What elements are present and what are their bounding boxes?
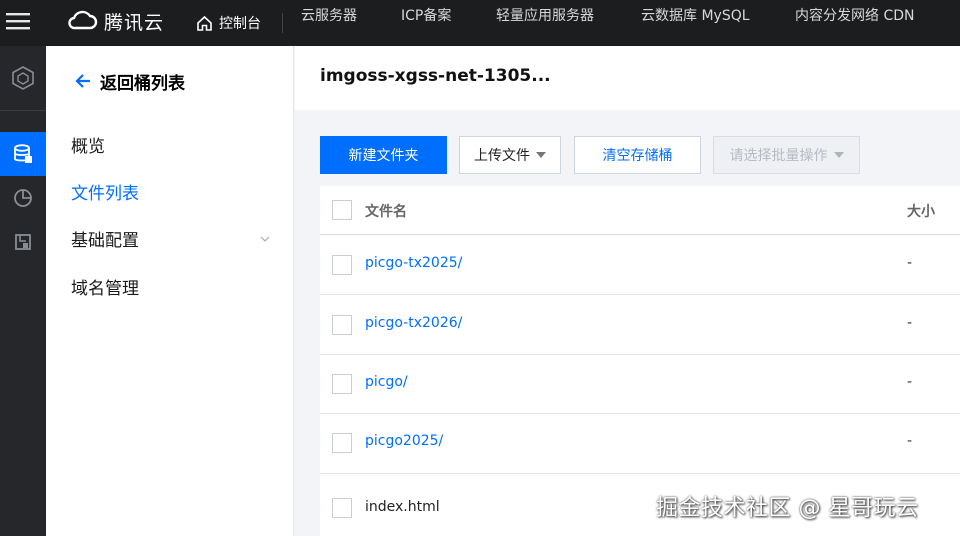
- new-folder-button[interactable]: 新建文件夹: [320, 136, 447, 174]
- nav-divider: [282, 13, 283, 33]
- nav-link-mysql[interactable]: 云数据库 MySQL: [641, 0, 750, 46]
- select-all-checkbox[interactable]: [332, 200, 352, 220]
- product-icon-rail: [0, 46, 46, 536]
- folder-link[interactable]: picgo-tx2026/: [365, 315, 462, 331]
- file-size: -: [907, 433, 913, 449]
- rail-divider: [0, 110, 46, 111]
- watermark-text: 掘金技术社区 @ 星哥玩云: [656, 496, 919, 521]
- storage-database-icon[interactable]: [0, 132, 46, 176]
- brand-name: 腾讯云: [104, 11, 165, 34]
- upload-file-label: 上传文件: [474, 148, 530, 164]
- caret-down-icon: [536, 152, 546, 158]
- console-label: 控制台: [219, 16, 261, 32]
- table-header-row: 文件名 大小: [320, 186, 960, 235]
- bucket-title: imgoss-xgss-net-1305...: [320, 66, 551, 86]
- nav-link-cdn[interactable]: 内容分发网络 CDN: [795, 0, 914, 46]
- nav-link-lighthouse[interactable]: 轻量应用服务器: [496, 0, 594, 46]
- arrow-left-icon: [75, 74, 90, 88]
- file-table: 文件名 大小 picgo-tx2025/ - picgo-tx2026/ - p…: [320, 186, 960, 536]
- table-row: picgo-tx2026/ -: [320, 295, 960, 355]
- cloud-logo-icon: [68, 10, 98, 30]
- caret-down-icon: [833, 152, 844, 158]
- folder-link[interactable]: picgo/: [365, 374, 408, 390]
- back-to-bucket-list[interactable]: 返回桶列表: [74, 68, 185, 94]
- column-header-size[interactable]: 大小: [907, 201, 935, 221]
- column-header-filename: 文件名: [365, 204, 407, 220]
- back-label: 返回桶列表: [100, 73, 185, 94]
- bucket-header: imgoss-xgss-net-1305...: [295, 46, 960, 110]
- file-size: -: [907, 255, 913, 271]
- hamburger-menu-icon[interactable]: [6, 9, 30, 33]
- file-size: -: [907, 315, 913, 331]
- tencent-cloud-logo[interactable]: 腾讯云: [66, 6, 164, 36]
- upload-file-dropdown[interactable]: 上传文件: [459, 136, 561, 174]
- sidebar-item-file-list[interactable]: 文件列表: [71, 180, 139, 208]
- document-check-icon[interactable]: [0, 220, 46, 264]
- table-row: picgo-tx2025/ -: [320, 235, 960, 295]
- chevron-down-icon[interactable]: [260, 235, 270, 243]
- console-home-link[interactable]: 控制台: [196, 0, 261, 46]
- row-checkbox[interactable]: [332, 498, 352, 518]
- batch-operations-dropdown: 请选择批量操作: [713, 136, 860, 174]
- main-content: imgoss-xgss-net-1305... 新建文件夹 上传文件 清空存储桶…: [295, 46, 960, 536]
- sidebar-item-basic-config[interactable]: 基础配置: [71, 227, 139, 255]
- nav-link-icp[interactable]: ICP备案: [401, 0, 451, 46]
- home-icon: [197, 15, 212, 31]
- table-row: picgo2025/ -: [320, 414, 960, 474]
- product-cube-icon[interactable]: [0, 56, 46, 100]
- row-checkbox[interactable]: [332, 315, 352, 335]
- sidebar-item-overview[interactable]: 概览: [71, 133, 105, 161]
- row-checkbox[interactable]: [332, 374, 352, 394]
- file-name[interactable]: index.html: [365, 499, 440, 515]
- folder-link[interactable]: picgo2025/: [365, 433, 443, 449]
- table-row: picgo/ -: [320, 355, 960, 414]
- top-navigation-bar: 腾讯云 控制台 云服务器 ICP备案 轻量应用服务器 云数据库 MySQL 内容…: [0, 0, 960, 46]
- file-size: -: [907, 374, 913, 390]
- row-checkbox[interactable]: [332, 433, 352, 453]
- sidebar-item-domain-management[interactable]: 域名管理: [71, 275, 139, 303]
- folder-link[interactable]: picgo-tx2025/: [365, 255, 462, 271]
- pie-chart-icon[interactable]: [0, 176, 46, 220]
- row-checkbox[interactable]: [332, 255, 352, 275]
- batch-operations-label: 请选择批量操作: [729, 148, 828, 164]
- nav-link-cvm[interactable]: 云服务器: [301, 0, 357, 46]
- clear-bucket-button[interactable]: 清空存储桶: [574, 136, 701, 174]
- bucket-sidebar: 返回桶列表 概览 文件列表 基础配置 域名管理: [46, 46, 294, 536]
